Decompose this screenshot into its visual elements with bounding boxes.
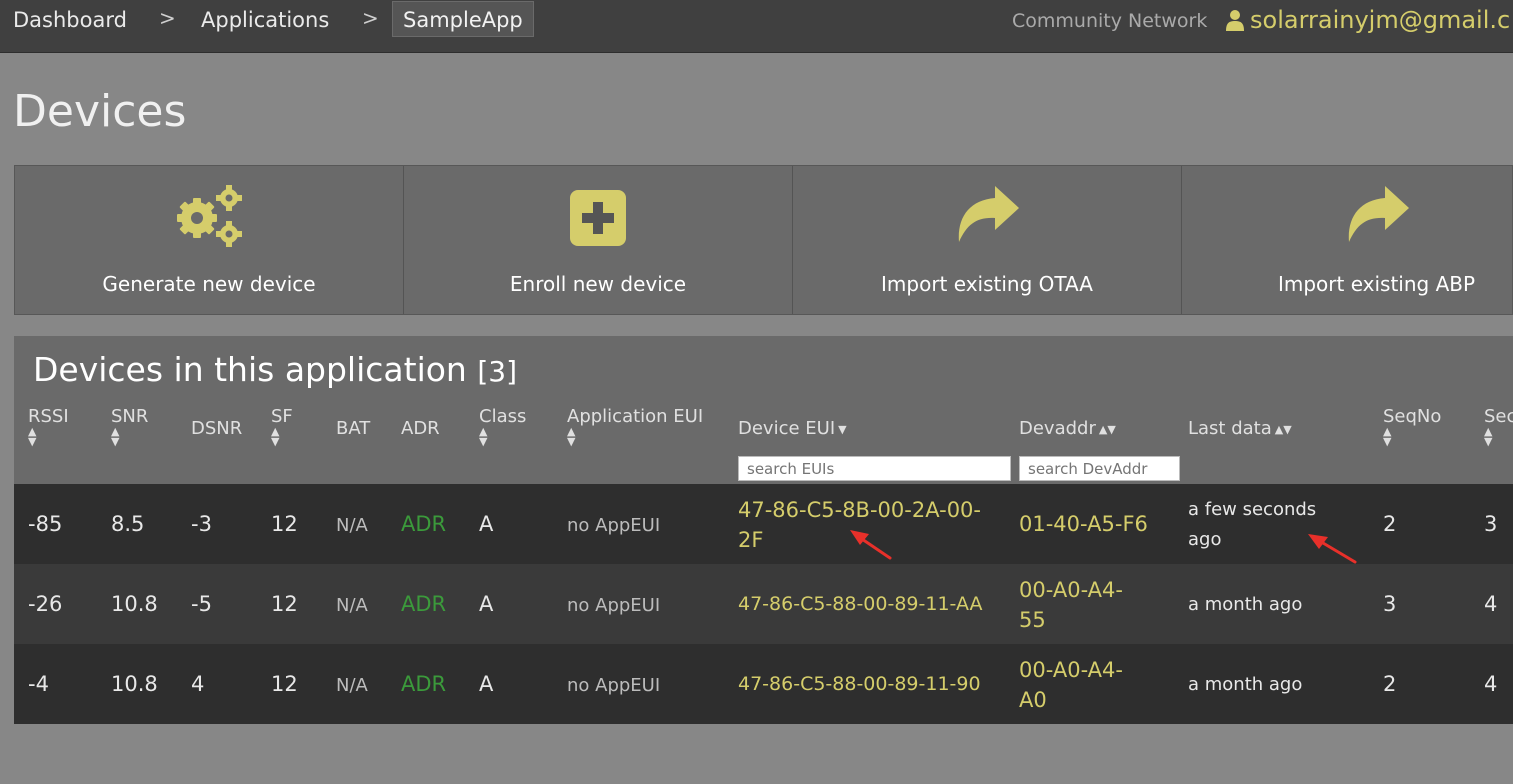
user-icon: [1226, 10, 1244, 31]
sort-icon: ▲▼: [567, 425, 576, 448]
table-row[interactable]: -26 10.8 -5 12 N/A ADR A no AppEUI 47-86…: [14, 564, 1513, 644]
sf-value: 12: [271, 512, 298, 536]
class-value: A: [479, 592, 494, 616]
sort-icon: ▲▼: [111, 425, 120, 448]
share-arrow-icon: [958, 186, 1019, 242]
gears-icon: [177, 185, 242, 247]
seqno-value: 2: [1383, 512, 1397, 536]
search-euis-input[interactable]: [738, 456, 1011, 481]
bat-value: N/A: [336, 515, 368, 536]
generate-device-label: Generate new device: [102, 272, 316, 296]
app-eui-value: no AppEUI: [567, 515, 661, 536]
snr-value: 10.8: [111, 672, 158, 696]
sort-icon: ▲▼: [479, 425, 488, 448]
col-snr[interactable]: SNR ▲ ▼: [111, 406, 148, 447]
import-otaa-button[interactable]: Import existing OTAA: [793, 166, 1182, 314]
sec-value: 4: [1484, 672, 1498, 696]
enroll-device-label: Enroll new device: [509, 272, 687, 296]
rssi-value: -26: [28, 592, 63, 616]
sort-icon: ▲▼: [1098, 423, 1116, 436]
table-row[interactable]: -85 8.5 -3 12 N/A ADR A no AppEUI 47-86-…: [14, 484, 1513, 564]
device-actions: Generate new device Enroll new device Im…: [14, 165, 1513, 315]
seqno-value: 3: [1383, 592, 1397, 616]
col-app-eui[interactable]: Application EUI ▲ ▼: [567, 406, 703, 447]
devaddr-link[interactable]: 00-A0-A4-55: [1019, 575, 1149, 635]
rssi-value: -4: [28, 672, 49, 696]
breadcrumb-sampleapp[interactable]: SampleApp: [392, 1, 534, 37]
top-bar: Dashboard > Applications > SampleApp Com…: [0, 0, 1513, 53]
last-data-value: a month ago: [1188, 674, 1303, 695]
adr-value: ADR: [401, 672, 447, 696]
class-value: A: [479, 672, 494, 696]
rssi-value: -85: [28, 512, 63, 536]
page-title: Devices: [13, 86, 187, 137]
network-label[interactable]: Community Network: [1012, 10, 1207, 32]
annotation-arrow-icon: [850, 530, 892, 560]
import-abp-label: Import existing ABP: [1277, 272, 1476, 296]
col-devaddr[interactable]: Devaddr ▲▼: [1019, 418, 1116, 439]
sort-icon: ▲▼: [271, 425, 280, 448]
panel-title-text: Devices in this application: [33, 350, 467, 389]
import-otaa-label: Import existing OTAA: [881, 272, 1093, 296]
breadcrumb-dashboard[interactable]: Dashboard: [13, 8, 127, 32]
enroll-device-button[interactable]: Enroll new device: [404, 166, 793, 314]
panel-title: Devices in this application [3]: [33, 350, 517, 389]
breadcrumb-separator: >: [159, 6, 176, 30]
sort-desc-icon: ▼: [838, 423, 847, 436]
col-bat: BAT: [336, 418, 371, 439]
dsnr-value: -5: [191, 592, 212, 616]
generate-device-button[interactable]: Generate new device: [15, 166, 404, 314]
sort-icon: ▲▼: [1274, 423, 1292, 436]
snr-value: 10.8: [111, 592, 158, 616]
adr-value: ADR: [401, 512, 447, 536]
devaddr-link[interactable]: 01-40-A5-F6: [1019, 512, 1148, 536]
sort-icon: ▲▼: [1383, 425, 1392, 448]
col-last-data[interactable]: Last data ▲▼: [1188, 418, 1292, 439]
sf-value: 12: [271, 672, 298, 696]
device-eui-link[interactable]: 47-86-C5-88-00-89-11-90: [738, 673, 981, 695]
import-abp-button[interactable]: Import existing ABP: [1182, 166, 1513, 314]
col-sf[interactable]: SF ▲ ▼: [271, 406, 293, 447]
sort-icon: ▲▼: [28, 425, 37, 448]
dsnr-value: 4: [191, 672, 205, 696]
col-adr: ADR: [401, 418, 440, 439]
sf-value: 12: [271, 592, 298, 616]
bat-value: N/A: [336, 675, 368, 696]
col-dsnr: DSNR: [191, 418, 243, 439]
col-device-eui[interactable]: Device EUI ▼: [738, 418, 847, 439]
annotation-arrow-icon: [1308, 534, 1357, 564]
devaddr-link[interactable]: 00-A0-A4-A0: [1019, 655, 1149, 715]
breadcrumb-separator: >: [362, 6, 379, 30]
col-class[interactable]: Class ▲ ▼: [479, 406, 526, 447]
share-arrow-icon: [1348, 186, 1409, 242]
col-sec[interactable]: Sec ▲ ▼: [1484, 406, 1513, 447]
user-menu[interactable]: solarrainyjm@gmail.c: [1226, 6, 1510, 34]
seqno-value: 2: [1383, 672, 1397, 696]
device-eui-link[interactable]: 47-86-C5-88-00-89-11-AA: [738, 593, 983, 615]
app-eui-value: no AppEUI: [567, 595, 661, 616]
breadcrumb-applications[interactable]: Applications: [201, 8, 329, 32]
col-seqno[interactable]: SeqNo ▲ ▼: [1383, 406, 1441, 447]
app-eui-value: no AppEUI: [567, 675, 661, 696]
dsnr-value: -3: [191, 512, 212, 536]
last-data-value: a month ago: [1188, 594, 1303, 615]
adr-value: ADR: [401, 592, 447, 616]
col-rssi[interactable]: RSSI ▲ ▼: [28, 406, 69, 447]
sort-icon: ▲▼: [1484, 425, 1493, 447]
user-email: solarrainyjm@gmail.c: [1250, 6, 1511, 34]
snr-value: 8.5: [111, 512, 145, 536]
search-devaddr-input[interactable]: [1019, 456, 1180, 481]
device-count: [3]: [477, 355, 518, 388]
devices-panel: Devices in this application [3] RSSI ▲ ▼ S…: [14, 336, 1513, 724]
table-row[interactable]: -4 10.8 4 12 N/A ADR A no AppEUI 47-86-C…: [14, 644, 1513, 724]
plus-square-icon: [570, 190, 626, 246]
bat-value: N/A: [336, 595, 368, 616]
sec-value: 3: [1484, 512, 1498, 536]
class-value: A: [479, 512, 494, 536]
sec-value: 4: [1484, 592, 1498, 616]
